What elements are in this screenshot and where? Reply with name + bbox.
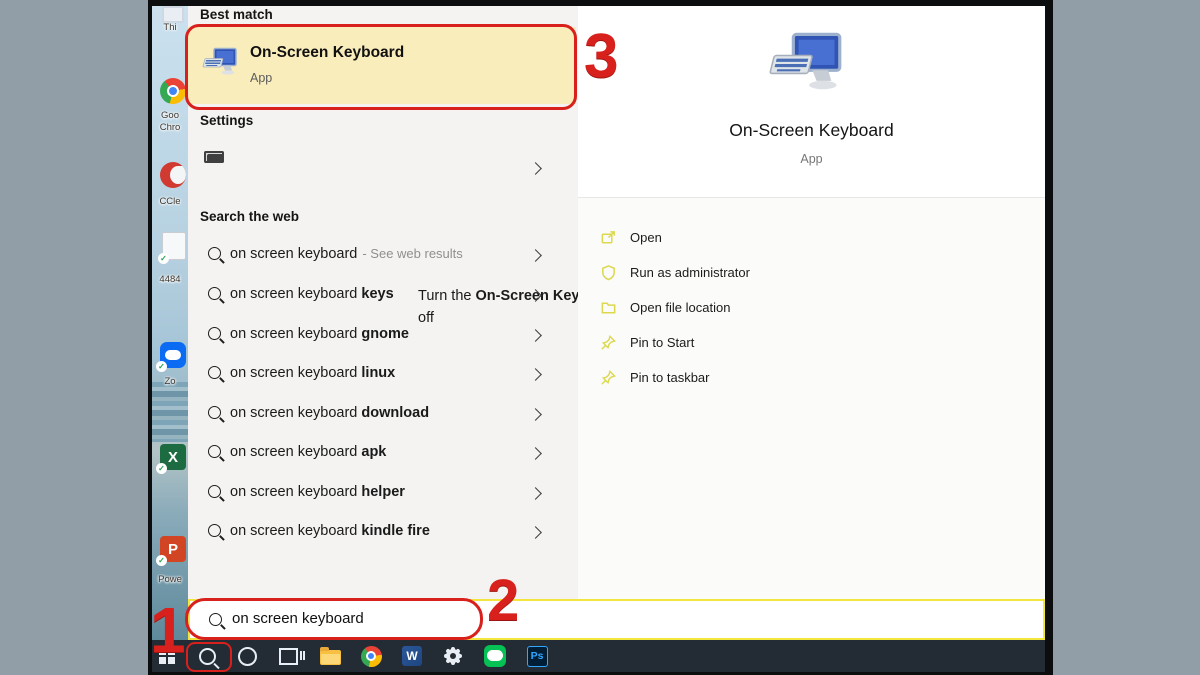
taskbar-search-button[interactable]: [195, 644, 219, 668]
chevron-right-icon[interactable]: [529, 162, 542, 175]
web-suggestion-row[interactable]: on screen keyboard kindle fire: [188, 515, 578, 551]
web-suggestion-row[interactable]: on screen keyboard apk: [188, 436, 578, 472]
desktop-icon-label: Thi: [152, 22, 188, 34]
task-view-icon: [279, 648, 298, 665]
windows-logo-icon: [159, 648, 175, 664]
desktop-icon-label: Zo: [152, 376, 188, 388]
zalo-desktop-icon[interactable]: ✓: [160, 342, 186, 368]
pin-icon: [600, 369, 617, 386]
desktop-icon-label: CCle: [152, 196, 188, 208]
shield-icon: [600, 264, 617, 281]
action-open-file-location[interactable]: Open file location: [600, 292, 920, 322]
start-button[interactable]: [155, 644, 179, 668]
file-explorer-button[interactable]: [318, 644, 342, 668]
action-label: Pin to taskbar: [630, 370, 710, 385]
best-match-title: On-Screen Keyboard: [250, 44, 404, 62]
web-suggestion-row[interactable]: on screen keyboard- See web results: [188, 238, 578, 274]
action-label: Pin to Start: [630, 335, 694, 350]
gear-icon: [442, 645, 464, 667]
chrome-button[interactable]: [359, 644, 383, 668]
cortana-icon: [238, 647, 257, 666]
search-icon: [208, 485, 221, 498]
search-input[interactable]: on screen keyboard: [188, 599, 1045, 640]
google-chrome-desktop-icon[interactable]: [160, 78, 186, 104]
synced-check-icon: ✓: [156, 555, 167, 566]
folder-icon: [320, 650, 341, 665]
chevron-right-icon[interactable]: [529, 289, 542, 302]
action-label: Open file location: [630, 300, 730, 315]
action-label: Run as administrator: [630, 265, 750, 280]
word-icon: W: [402, 646, 422, 666]
word-button[interactable]: W: [400, 644, 424, 668]
taskbar: W Ps: [152, 640, 1045, 672]
settings-button[interactable]: [441, 644, 465, 668]
best-match-type: App: [250, 71, 272, 85]
chevron-right-icon[interactable]: [529, 329, 542, 342]
synced-check-icon: ✓: [156, 361, 167, 372]
desktop-icon-label: Goo Chro: [152, 110, 188, 134]
web-suggestion-row[interactable]: on screen keyboard keys: [188, 278, 578, 314]
photoshop-icon: Ps: [527, 646, 548, 667]
web-suggestion-row[interactable]: on screen keyboard download: [188, 397, 578, 433]
synced-check-icon: ✓: [156, 463, 167, 474]
photoshop-button[interactable]: Ps: [525, 644, 549, 668]
search-icon: [199, 648, 216, 665]
search-the-web-header: Search the web: [200, 209, 299, 224]
screenshot-canvas: Thi Goo Chro CCle ✓ 4484 ✓ Zo X✓ P✓ Powe…: [0, 0, 1200, 675]
search-input-value: on screen keyboard: [232, 610, 364, 627]
search-icon: [208, 327, 221, 340]
folder-icon: [600, 299, 617, 316]
line-app-button[interactable]: [483, 644, 507, 668]
document-desktop-icon[interactable]: ✓: [162, 232, 186, 260]
action-pin-to-start[interactable]: Pin to Start: [600, 327, 920, 357]
on-screen-keyboard-app-icon: [202, 47, 238, 79]
web-suggestion-row[interactable]: on screen keyboard helper: [188, 476, 578, 512]
chrome-icon: [361, 646, 382, 667]
chevron-right-icon[interactable]: [529, 408, 542, 421]
chevron-right-icon[interactable]: [529, 487, 542, 500]
action-label: Open: [630, 230, 662, 245]
pin-icon: [600, 334, 617, 351]
ccleaner-desktop-icon[interactable]: [160, 162, 186, 188]
synced-check-icon: ✓: [158, 253, 169, 264]
chevron-right-icon[interactable]: [529, 249, 542, 262]
search-icon: [208, 247, 221, 260]
cortana-button[interactable]: [235, 644, 259, 668]
preview-app-type: App: [578, 152, 1045, 166]
preview-app-title: On-Screen Keyboard: [578, 120, 1045, 141]
desktop-icon-label: Powe: [152, 574, 188, 586]
chevron-right-icon[interactable]: [529, 368, 542, 381]
best-match-header: Best match: [200, 7, 273, 22]
wallpaper-sea-band: [152, 382, 188, 442]
chevron-right-icon[interactable]: [529, 447, 542, 460]
settings-result[interactable]: Turn the On-Screen Keyboard on or off: [188, 140, 578, 196]
search-icon: [208, 287, 221, 300]
search-icon: [208, 524, 221, 537]
desktop-icon-label: 4484: [152, 274, 188, 286]
line-icon: [484, 645, 506, 667]
search-icon: [208, 406, 221, 419]
excel-desktop-icon[interactable]: X✓: [160, 444, 186, 470]
settings-header: Settings: [200, 113, 253, 128]
chevron-right-icon[interactable]: [529, 526, 542, 539]
search-icon: [209, 613, 222, 626]
action-run-as-administrator[interactable]: Run as administrator: [600, 257, 920, 287]
web-suggestion-row[interactable]: on screen keyboard linux: [188, 357, 578, 393]
search-icon: [208, 445, 221, 458]
this-pc-icon[interactable]: [162, 6, 184, 23]
desktop-wallpaper: Thi Goo Chro CCle ✓ 4484 ✓ Zo X✓ P✓ Powe: [152, 6, 188, 640]
task-view-button[interactable]: [276, 644, 300, 668]
powerpoint-desktop-icon[interactable]: P✓: [160, 536, 186, 562]
on-screen-keyboard-app-icon-large: [768, 32, 844, 98]
action-open[interactable]: Open: [600, 222, 920, 252]
action-pin-to-taskbar[interactable]: Pin to taskbar: [600, 362, 920, 392]
search-icon: [208, 366, 221, 379]
best-match-result[interactable]: [188, 27, 576, 104]
keyboard-icon: [204, 151, 224, 163]
open-icon: [600, 229, 617, 246]
web-suggestion-row[interactable]: on screen keyboard gnome: [188, 318, 578, 354]
